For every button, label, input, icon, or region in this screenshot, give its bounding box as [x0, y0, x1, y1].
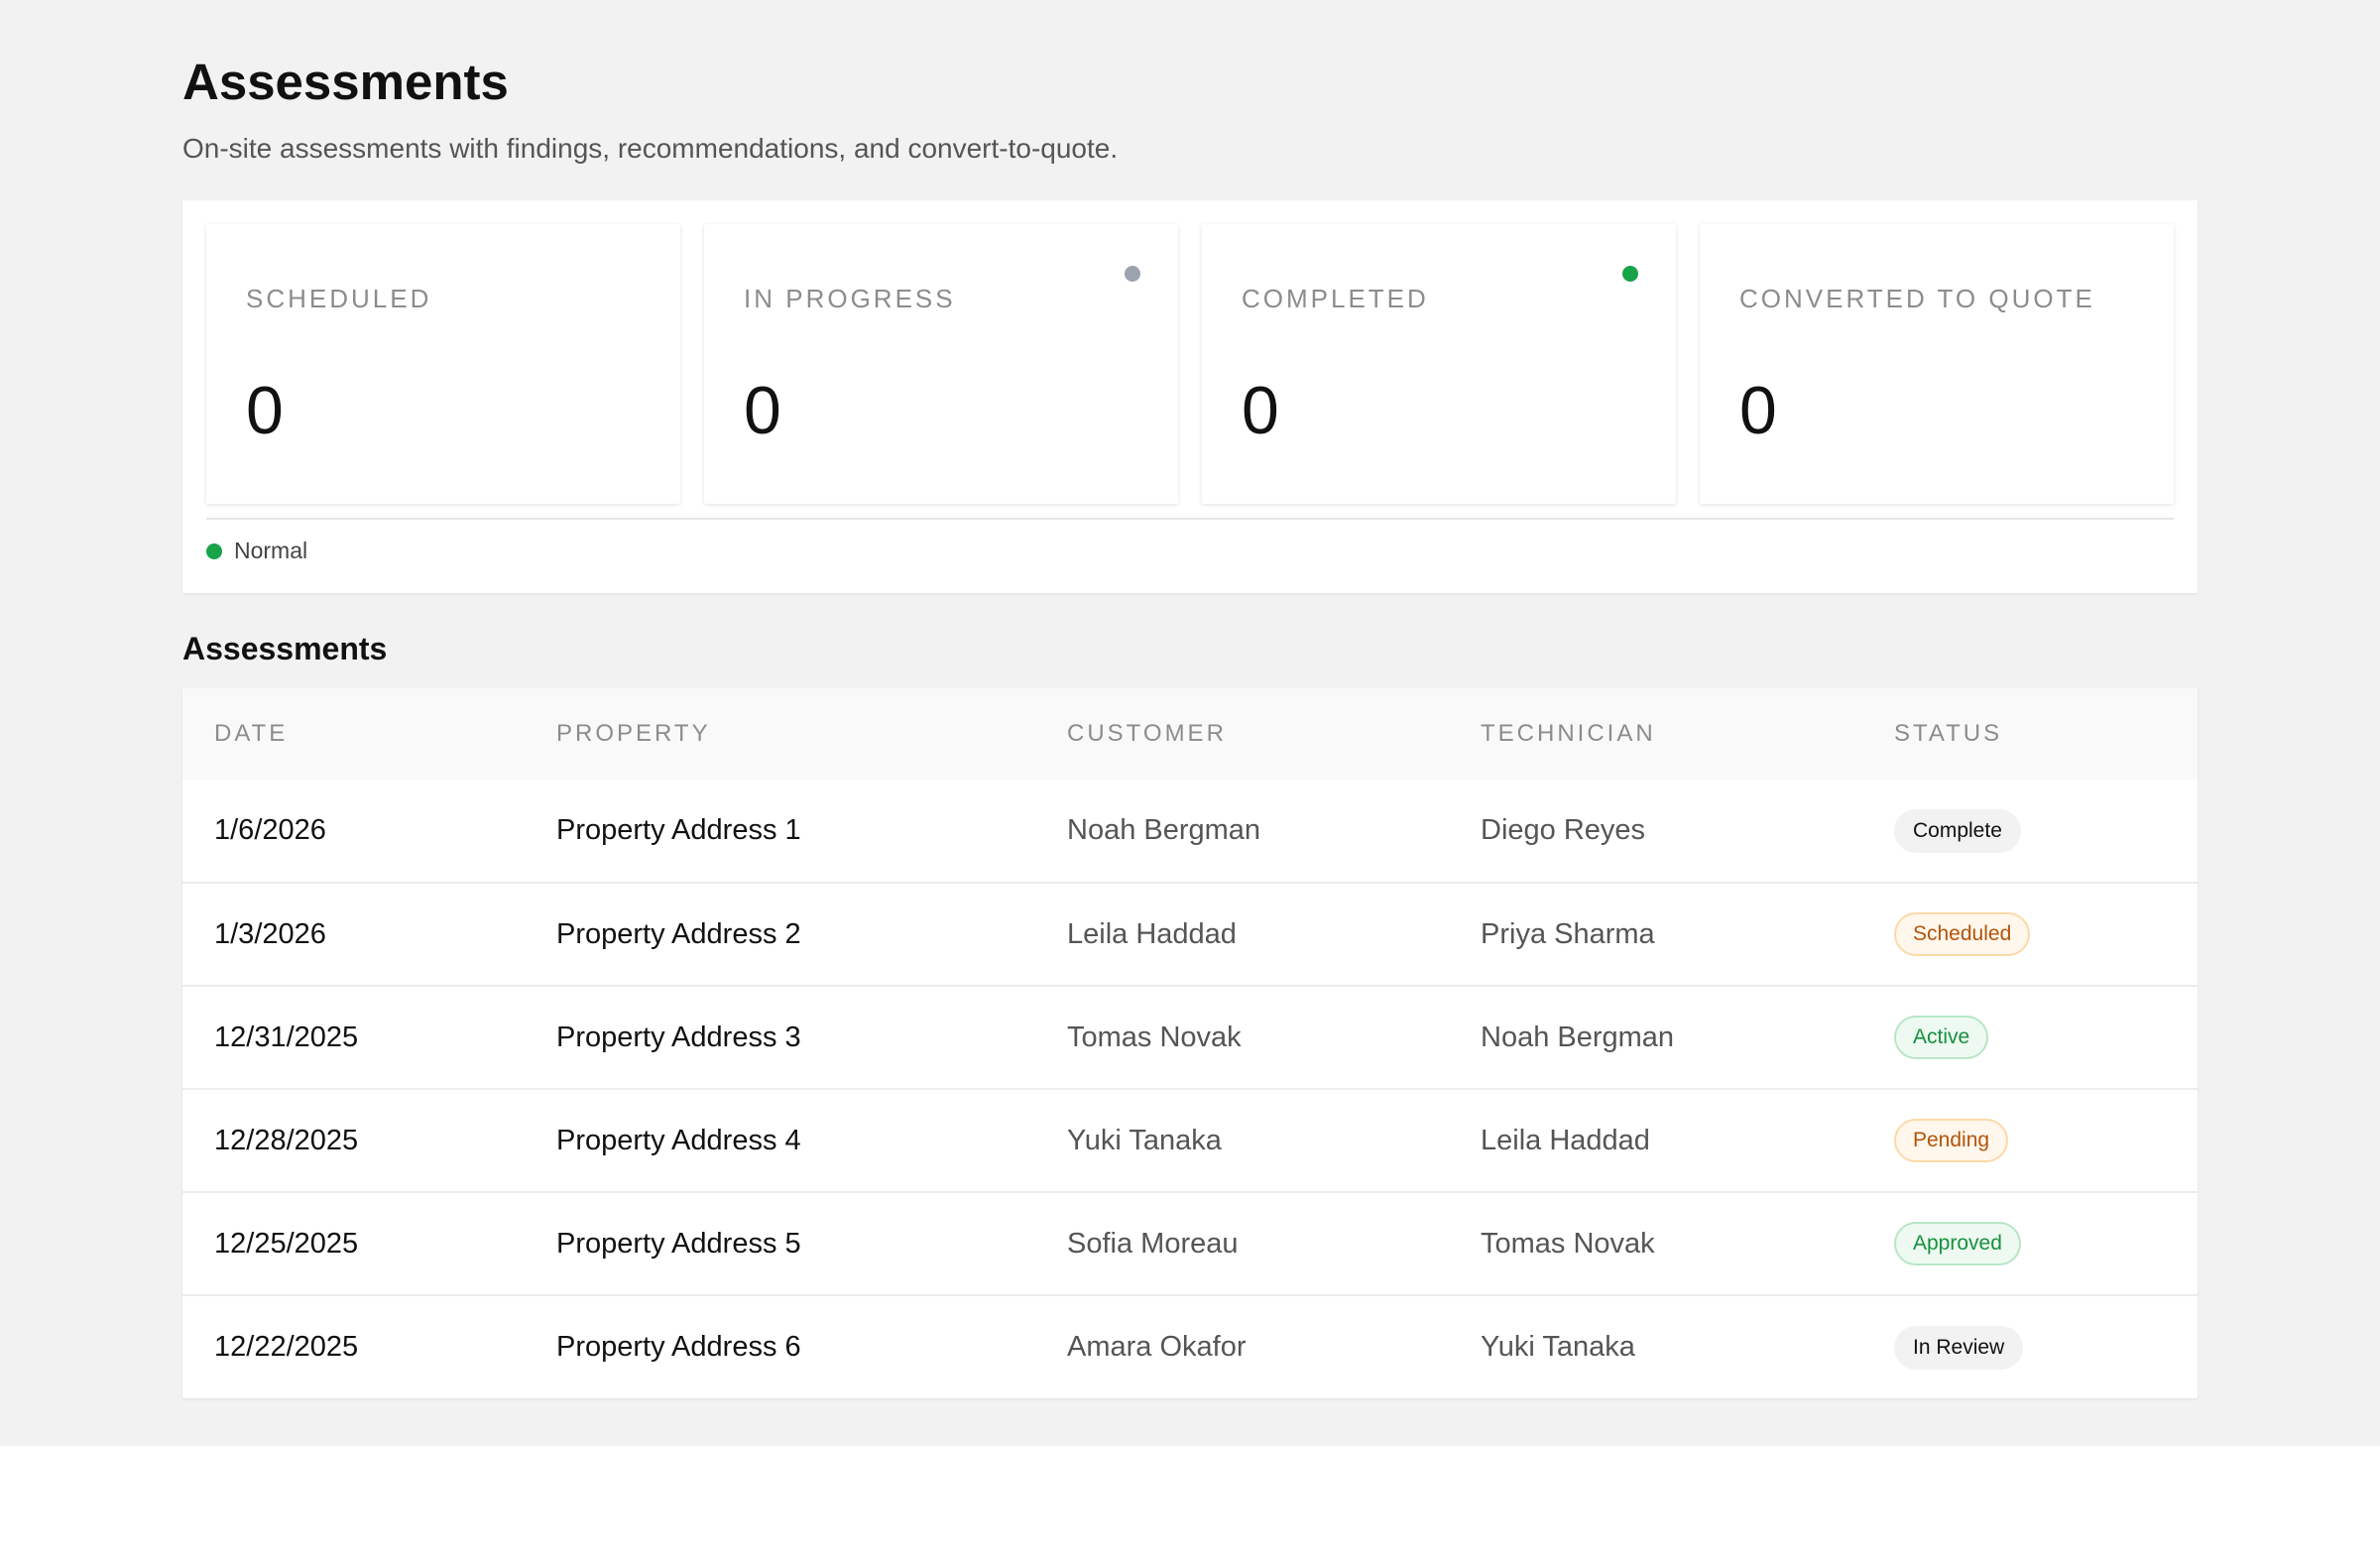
- assessments-table: DATE PROPERTY CUSTOMER TECHNICIAN STATUS…: [182, 688, 2198, 1398]
- kpi-value: 0: [744, 373, 781, 448]
- column-header-status[interactable]: STATUS: [1862, 688, 2198, 780]
- cell-technician: Tomas Novak: [1481, 1227, 1655, 1260]
- cell-customer: Amara Okafor: [1067, 1331, 1247, 1363]
- table-row[interactable]: 12/28/2025 Property Address 4 Yuki Tanak…: [182, 1089, 2198, 1192]
- status-badge: Complete: [1894, 808, 2021, 853]
- cell-technician: Yuki Tanaka: [1481, 1331, 1635, 1363]
- cell-customer: Yuki Tanaka: [1067, 1124, 1222, 1156]
- status-badge: Active: [1894, 1016, 1989, 1059]
- table-body: 1/6/2026 Property Address 1 Noah Bergman…: [182, 780, 2198, 1398]
- cell-customer: Noah Bergman: [1067, 814, 1261, 846]
- kpi-card-in-progress: IN PROGRESS 0: [704, 224, 1178, 504]
- cell-property: Property Address 2: [556, 917, 801, 950]
- cell-customer: Leila Haddad: [1067, 917, 1237, 950]
- cell-status: Approved: [1862, 1192, 2198, 1295]
- page-title: Assessments: [182, 54, 509, 110]
- status-dot-icon: [1622, 266, 1638, 282]
- page-subtitle: On-site assessments with findings, recom…: [182, 133, 1119, 164]
- table-header: DATE PROPERTY CUSTOMER TECHNICIAN STATUS: [182, 688, 2198, 780]
- column-header-customer[interactable]: CUSTOMER: [1035, 688, 1449, 780]
- cell-status: Pending: [1862, 1089, 2198, 1192]
- cell-property: Property Address 1: [556, 814, 801, 846]
- cell-property: Property Address 6: [556, 1331, 801, 1363]
- legend-label: Normal: [234, 538, 308, 563]
- table-header-row: DATE PROPERTY CUSTOMER TECHNICIAN STATUS: [182, 688, 2198, 780]
- table-row[interactable]: 12/25/2025 Property Address 5 Sofia More…: [182, 1192, 2198, 1295]
- column-header-date[interactable]: DATE: [182, 688, 525, 780]
- cell-customer: Tomas Novak: [1067, 1021, 1242, 1053]
- table-row[interactable]: 1/6/2026 Property Address 1 Noah Bergman…: [182, 780, 2198, 883]
- kpi-card-converted-to-quote: CONVERTED TO QUOTE 0: [1700, 224, 2174, 504]
- cell-property: Property Address 4: [556, 1124, 801, 1156]
- divider: [206, 518, 2174, 520]
- cell-date: 12/25/2025: [214, 1227, 359, 1260]
- cell-date: 12/31/2025: [214, 1021, 359, 1053]
- legend: Normal: [206, 538, 307, 564]
- column-header-technician[interactable]: TECHNICIAN: [1449, 688, 1862, 780]
- cell-date: 1/6/2026: [214, 814, 326, 846]
- cell-technician: Leila Haddad: [1481, 1124, 1650, 1156]
- cell-date: 12/22/2025: [214, 1331, 359, 1363]
- table: DATE PROPERTY CUSTOMER TECHNICIAN STATUS…: [182, 688, 2198, 1398]
- status-dot-icon: [1125, 266, 1140, 282]
- kpi-value: 0: [1242, 373, 1279, 448]
- cell-technician: Noah Bergman: [1481, 1021, 1675, 1053]
- cell-status: Complete: [1862, 780, 2198, 883]
- kpi-card-completed: COMPLETED 0: [1202, 224, 1676, 504]
- kpi-label: IN PROGRESS: [744, 284, 956, 313]
- kpi-row: SCHEDULED 0 IN PROGRESS 0 COMPLETED 0 CO…: [206, 224, 2174, 504]
- kpi-label: COMPLETED: [1242, 284, 1429, 313]
- cell-status: In Review: [1862, 1295, 2198, 1398]
- kpi-value: 0: [1739, 373, 1777, 448]
- cell-property: Property Address 5: [556, 1227, 801, 1260]
- status-badge: In Review: [1894, 1325, 2024, 1370]
- kpi-panel: SCHEDULED 0 IN PROGRESS 0 COMPLETED 0 CO…: [182, 200, 2198, 593]
- section-title: Assessments: [182, 631, 388, 666]
- cell-date: 12/28/2025: [214, 1124, 359, 1156]
- legend-dot-icon: [206, 542, 222, 559]
- cell-customer: Sofia Moreau: [1067, 1227, 1239, 1260]
- kpi-value: 0: [246, 373, 284, 448]
- cell-status: Scheduled: [1862, 883, 2198, 986]
- status-badge: Scheduled: [1894, 912, 2031, 956]
- status-badge: Pending: [1894, 1119, 2009, 1162]
- cell-status: Active: [1862, 986, 2198, 1089]
- cell-property: Property Address 3: [556, 1021, 801, 1053]
- cell-date: 1/3/2026: [214, 917, 326, 950]
- table-row[interactable]: 1/3/2026 Property Address 2 Leila Haddad…: [182, 883, 2198, 986]
- kpi-card-scheduled: SCHEDULED 0: [206, 224, 680, 504]
- kpi-label: CONVERTED TO QUOTE: [1739, 284, 2095, 313]
- cell-technician: Diego Reyes: [1481, 814, 1646, 846]
- column-header-property[interactable]: PROPERTY: [525, 688, 1035, 780]
- status-badge: Approved: [1894, 1222, 2021, 1265]
- table-row[interactable]: 12/31/2025 Property Address 3 Tomas Nova…: [182, 986, 2198, 1089]
- kpi-label: SCHEDULED: [246, 284, 432, 313]
- cell-technician: Priya Sharma: [1481, 917, 1655, 950]
- table-row[interactable]: 12/22/2025 Property Address 6 Amara Okaf…: [182, 1295, 2198, 1398]
